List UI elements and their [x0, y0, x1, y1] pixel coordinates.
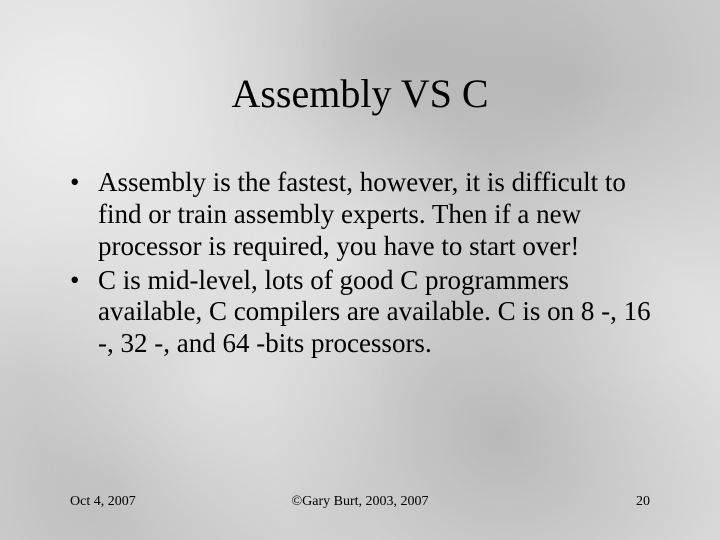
footer-date: Oct 4, 2007 [70, 494, 263, 510]
slide-title: Assembly VS C [60, 70, 660, 117]
slide-footer: Oct 4, 2007 ©Gary Burt, 2003, 2007 20 [60, 494, 660, 520]
bullet-item: C is mid-level, lots of good C programme… [70, 265, 660, 361]
bullet-item: Assembly is the fastest, however, it is … [70, 167, 660, 263]
footer-copyright: ©Gary Burt, 2003, 2007 [263, 494, 456, 510]
slide: Assembly VS C Assembly is the fastest, h… [0, 0, 720, 540]
footer-page-number: 20 [457, 494, 650, 510]
bullet-list: Assembly is the fastest, however, it is … [70, 167, 660, 494]
